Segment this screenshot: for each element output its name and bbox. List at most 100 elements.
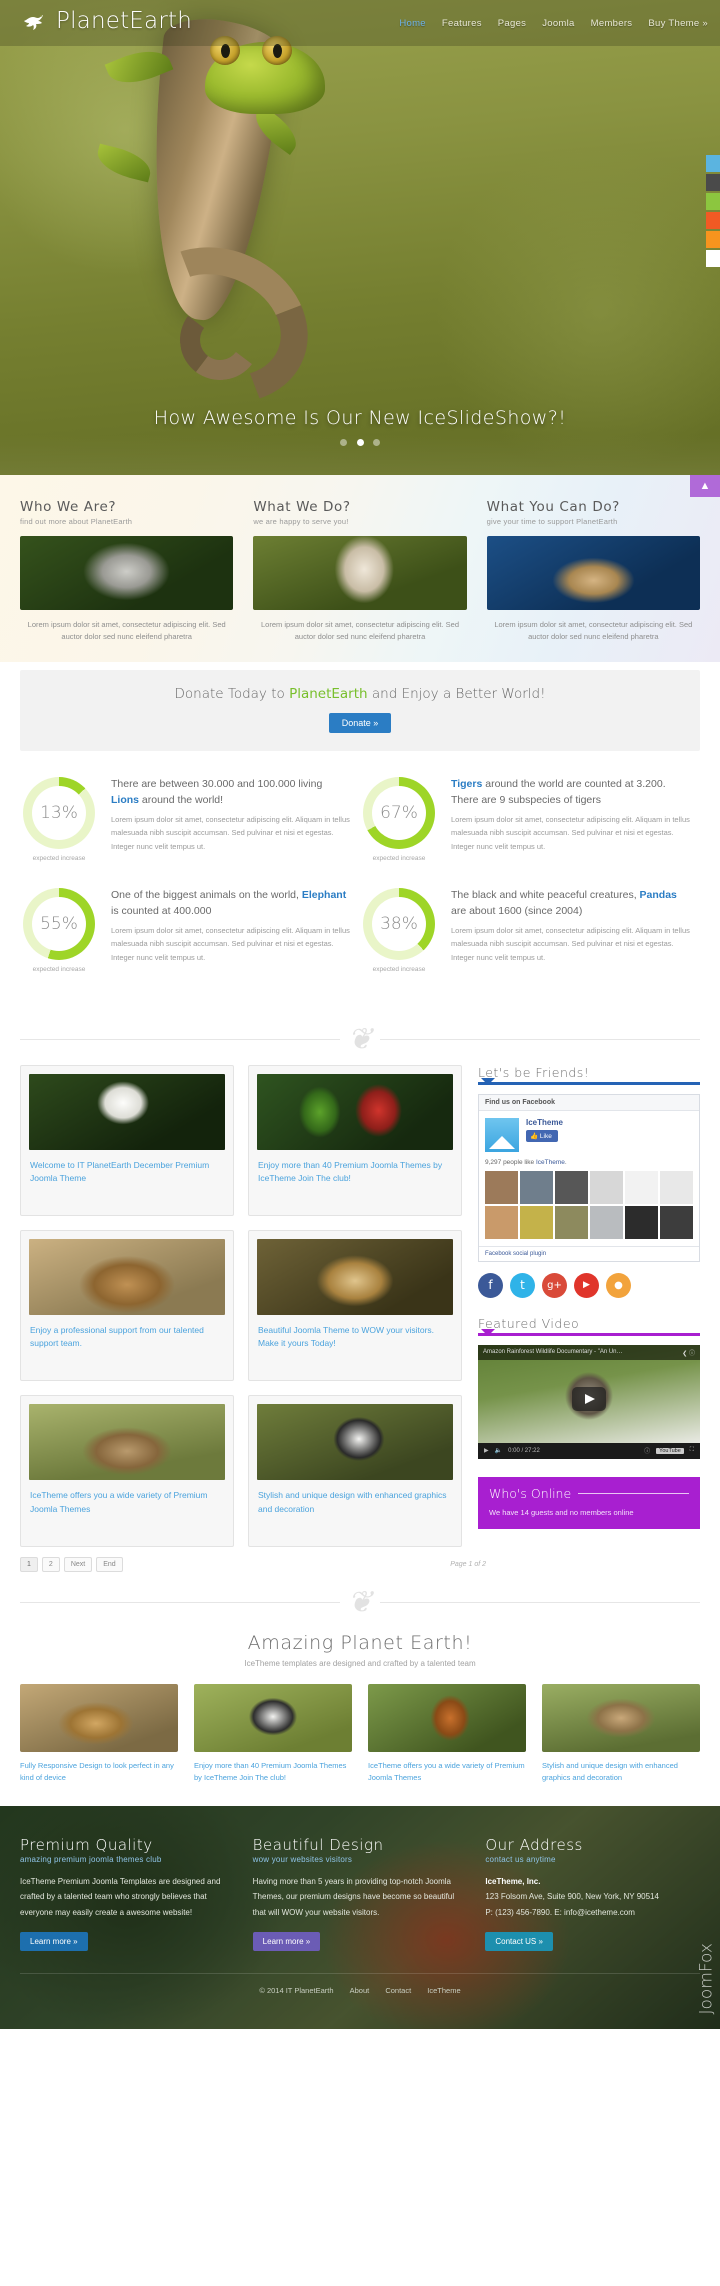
stat-heading-link[interactable]: Tigers <box>451 778 482 790</box>
learn-more-button[interactable]: Learn more » <box>20 1931 88 1951</box>
list-item[interactable]: Enjoy more than 40 Premium Joomla Themes… <box>194 1683 352 1784</box>
card-text[interactable]: Fully Responsive Design to look perfect … <box>20 1760 178 1784</box>
pagination[interactable]: 1 2 Next End Page 1 of 2 <box>0 1547 720 1572</box>
like-count-link[interactable]: IceTheme <box>536 1159 565 1166</box>
meerkats-photo[interactable] <box>29 1404 225 1481</box>
list-item[interactable]: Stylish and unique design with enhanced … <box>542 1683 700 1784</box>
avatar[interactable] <box>485 1170 518 1204</box>
list-item[interactable]: IceTheme offers you a wide variety of Pr… <box>368 1683 526 1784</box>
card-text[interactable]: Enjoy more than 40 Premium Joomla Themes… <box>194 1760 352 1784</box>
avatar[interactable] <box>520 1170 553 1204</box>
stat-heading-link[interactable]: Pandas <box>640 889 677 901</box>
footer-link-contact[interactable]: Contact <box>385 1986 411 1995</box>
facebook-icon[interactable]: f <box>478 1272 503 1298</box>
slide-dot-3[interactable] <box>372 439 380 446</box>
squirrel-photo[interactable] <box>368 1683 526 1752</box>
twitter-icon[interactable]: t <box>510 1272 535 1298</box>
plover-bird-photo[interactable] <box>194 1683 352 1752</box>
youtube-player[interactable]: Amazon Rainforest Wildlife Documentary -… <box>478 1344 700 1459</box>
facebook-page-name[interactable]: IceTheme <box>526 1118 563 1127</box>
slide-dot-2[interactable] <box>356 439 364 446</box>
chevron-up-icon[interactable]: ▲ <box>690 475 720 497</box>
avatar[interactable] <box>625 1170 658 1204</box>
nav-item-features[interactable]: Features <box>442 18 482 29</box>
leopard-photo[interactable] <box>20 1683 178 1752</box>
footer-link-icetheme[interactable]: IceTheme <box>427 1986 460 1995</box>
macaw-parrots-photo[interactable] <box>257 1073 453 1150</box>
list-item[interactable]: IceTheme offers you a wide variety of Pr… <box>20 1395 234 1547</box>
style-tab-orange[interactable] <box>706 212 720 229</box>
post-title[interactable]: Beautiful Joomla Theme to WOW your visit… <box>257 1324 453 1354</box>
post-title[interactable]: Enjoy more than 40 Premium Joomla Themes… <box>257 1159 453 1189</box>
fullscreen-icon[interactable]: ⛶ <box>690 1447 694 1454</box>
panda-photo[interactable] <box>257 1404 453 1481</box>
card-text[interactable]: Stylish and unique design with enhanced … <box>542 1760 700 1784</box>
giraffes-photo[interactable] <box>29 1239 225 1316</box>
nav-item-joomla[interactable]: Joomla <box>542 18 574 29</box>
footer-link-about[interactable]: About <box>350 1986 370 1995</box>
post-title[interactable]: Welcome to IT PlanetEarth December Premi… <box>29 1159 225 1189</box>
slide-dot-1[interactable] <box>340 439 348 446</box>
avatar[interactable] <box>555 1170 588 1204</box>
pagination-page-2[interactable]: 2 <box>41 1556 60 1572</box>
donate-button[interactable]: Donate » <box>328 712 392 733</box>
slideshow-dots[interactable] <box>0 437 720 449</box>
card-text[interactable]: IceTheme offers you a wide variety of Pr… <box>368 1760 526 1784</box>
style-tab-blue[interactable] <box>706 155 720 172</box>
google-plus-icon[interactable]: g+ <box>542 1272 567 1298</box>
volume-icon[interactable]: 🔈 <box>495 1447 502 1454</box>
site-brand[interactable]: PlanetEarth <box>22 8 192 34</box>
avatar[interactable] <box>660 1170 693 1204</box>
cheetah-photo[interactable] <box>257 1239 453 1316</box>
pagination-end[interactable]: End <box>96 1556 123 1572</box>
stat-heading-link[interactable]: Lions <box>111 794 139 806</box>
play-button-icon[interactable]: ▶ <box>484 1447 489 1454</box>
contact-us-button[interactable]: Contact US » <box>485 1931 553 1951</box>
falcon-photo[interactable] <box>253 536 467 610</box>
post-title[interactable]: IceTheme offers you a wide variety of Pr… <box>29 1489 225 1519</box>
social-links[interactable]: f t g+ ▶ ● <box>478 1272 700 1298</box>
bald-eagle-photo[interactable] <box>29 1073 225 1150</box>
video-actions[interactable]: ❮​ ⓘ <box>682 1348 695 1357</box>
video-control-bar[interactable]: ▶ 🔈 0:00 / 27:22 ⓘ YouTube ⛶ <box>478 1442 700 1459</box>
info-icon[interactable]: ⓘ <box>644 1446 650 1455</box>
list-item[interactable]: Stylish and unique design with enhanced … <box>248 1395 462 1547</box>
facebook-like-button[interactable]: 👍 Like <box>526 1129 558 1142</box>
post-title[interactable]: Enjoy a professional support from our ta… <box>29 1324 225 1354</box>
learn-more-button[interactable]: Learn more » <box>252 1931 321 1951</box>
play-icon[interactable] <box>572 1387 606 1412</box>
style-tab-green[interactable] <box>706 193 720 210</box>
avatar[interactable] <box>590 1205 623 1239</box>
post-title[interactable]: Stylish and unique design with enhanced … <box>257 1489 453 1519</box>
avatar[interactable] <box>590 1170 623 1204</box>
avatar[interactable] <box>485 1205 518 1239</box>
avatar[interactable] <box>625 1205 658 1239</box>
style-tab-white[interactable] <box>706 250 720 267</box>
style-tab-dark[interactable] <box>706 174 720 191</box>
pagination-next[interactable]: Next <box>63 1556 93 1572</box>
nav-item-buy-theme[interactable]: Buy Theme » <box>648 18 708 29</box>
facebook-like-box[interactable]: Find us on Facebook IceTheme 👍 Like 9,29… <box>478 1093 700 1262</box>
list-item[interactable]: Enjoy more than 40 Premium Joomla Themes… <box>248 1064 462 1217</box>
hero-slideshow[interactable]: PlanetEarth Home Features Pages Joomla M… <box>0 0 720 475</box>
list-item[interactable]: Beautiful Joomla Theme to WOW your visit… <box>248 1230 462 1382</box>
avatar[interactable] <box>660 1205 693 1239</box>
list-item[interactable]: Enjoy a professional support from our ta… <box>20 1230 234 1382</box>
style-tab-amber[interactable] <box>706 231 720 248</box>
youtube-icon[interactable]: ▶ <box>574 1272 599 1298</box>
nav-item-home[interactable]: Home <box>399 18 426 29</box>
list-item[interactable]: Welcome to IT PlanetEarth December Premi… <box>20 1064 234 1217</box>
nav-item-pages[interactable]: Pages <box>498 18 526 29</box>
youtube-brand-badge[interactable]: YouTube <box>656 1447 684 1454</box>
nav-item-members[interactable]: Members <box>591 18 633 29</box>
avatar[interactable] <box>520 1205 553 1239</box>
list-item[interactable]: Fully Responsive Design to look perfect … <box>20 1683 178 1784</box>
style-switcher-tabs[interactable] <box>706 155 720 269</box>
rss-icon[interactable]: ● <box>606 1272 631 1298</box>
main-menu[interactable]: Home Features Pages Joomla Members Buy T… <box>399 18 708 29</box>
stat-heading-link[interactable]: Elephant <box>302 889 346 901</box>
pagination-page-1[interactable]: 1 <box>20 1556 38 1572</box>
octopus-photo[interactable] <box>486 536 700 610</box>
owl-flying-photo[interactable] <box>542 1683 700 1752</box>
avatar[interactable] <box>555 1205 588 1239</box>
